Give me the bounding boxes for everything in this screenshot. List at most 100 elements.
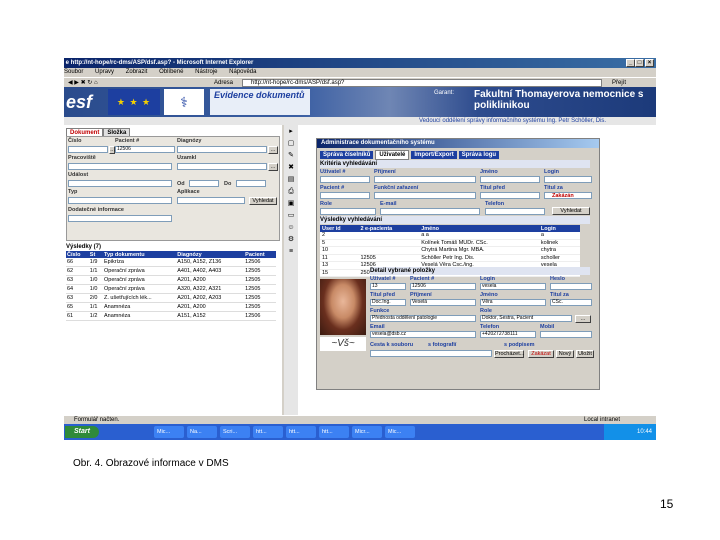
crit-role-select[interactable] (320, 208, 376, 215)
home-icon[interactable]: ⌂ (94, 80, 98, 86)
uzamkl-field[interactable] (177, 163, 267, 170)
uzamkl-picker-button[interactable]: … (268, 163, 278, 171)
expand-icon[interactable]: ▸ (286, 127, 296, 136)
menu-soubor[interactable]: Soubor (64, 69, 83, 75)
pacient-field[interactable]: 12506 (115, 146, 175, 153)
user-results-column-header[interactable]: User id (320, 225, 359, 232)
titul-za-field[interactable]: CSc. (550, 299, 592, 306)
funkce-field[interactable]: Přednosta oddělení patologie (370, 315, 476, 322)
novy-button[interactable]: Nový (556, 350, 574, 358)
od-field[interactable] (189, 180, 219, 187)
prijmeni-field[interactable]: Veselá (410, 299, 476, 306)
results-column-header[interactable]: Číslo (66, 251, 89, 258)
zakazat-button[interactable]: Zakázat (528, 350, 554, 358)
typ-select[interactable] (68, 197, 172, 204)
tab-import-export[interactable]: Import/Export (411, 151, 457, 159)
menu-napoveda[interactable]: Nápověda (229, 69, 256, 75)
titul-pred-field[interactable]: Doc.Ing. (370, 299, 406, 306)
stop-icon[interactable]: ✖ (81, 80, 86, 86)
menu-upravy[interactable]: Úpravy (95, 69, 114, 75)
crit-pacient-field[interactable] (320, 192, 370, 199)
tab-sprava-ciselniku[interactable]: Správa číselníků (320, 151, 374, 159)
results-column-header[interactable]: Typ dokumentu (103, 251, 177, 258)
ulozit-button[interactable]: Uložit (576, 350, 594, 358)
scan-icon[interactable]: ▤ (286, 175, 296, 184)
results-row[interactable]: 62 1/1 Operační zpráva A401, A402, A403 1250… (66, 266, 276, 276)
user-results-column-header[interactable]: 2 e-pacienta (358, 225, 420, 232)
user-results-row[interactable]: 5 Kolínek Tomáš MUDr. CSc. kolinek (320, 239, 580, 247)
folder-icon[interactable]: ▭ (286, 211, 296, 220)
list-icon[interactable]: ≡ (286, 247, 296, 256)
taskbar-window-button[interactable]: Mic... (385, 426, 415, 438)
results-column-header[interactable]: Diagnózy (176, 251, 245, 258)
menu-zobrazit[interactable]: Zobrazit (126, 69, 148, 75)
aplikace-select[interactable] (177, 197, 245, 204)
users-icon[interactable]: ☺ (286, 223, 296, 232)
minimize-button[interactable]: _ (626, 59, 635, 67)
crit-telefon-field[interactable] (485, 208, 545, 215)
back-icon[interactable]: ◀ (68, 80, 73, 86)
taskbar-window-button[interactable]: htt... (286, 426, 316, 438)
taskbar-window-button[interactable]: htt... (253, 426, 283, 438)
print-icon[interactable]: ⎙ (286, 187, 296, 196)
forward-icon[interactable]: ▶ (74, 80, 79, 86)
taskbar-window-button[interactable]: Scri... (220, 426, 250, 438)
refresh-icon[interactable]: ↻ (87, 80, 92, 86)
telefon-field[interactable]: +420272738111 (480, 331, 536, 338)
crit-prijmeni-field[interactable] (374, 176, 476, 183)
diagnozy-picker-button[interactable]: … (268, 146, 278, 154)
vyhledat-button[interactable]: Vyhledat (249, 197, 277, 205)
crit-titul-pred-field[interactable] (480, 192, 540, 199)
settings-icon[interactable]: ⚙ (286, 235, 296, 244)
sub-links[interactable]: Vedoucí oddělení správy informačního sys… (419, 117, 606, 125)
results-row[interactable]: 65 1/1 Anamnéza A201, A200 12505 (66, 302, 276, 312)
image-icon[interactable]: ▣ (286, 199, 296, 208)
heslo-field[interactable] (550, 283, 592, 290)
maximize-button[interactable]: □ (635, 59, 644, 67)
browse-button[interactable]: Procházet... (494, 350, 524, 358)
taskbar-window-button[interactable]: Mic... (154, 426, 184, 438)
tab-uzivatele[interactable]: Uživatelé (375, 150, 410, 160)
results-row[interactable]: 66 1/9 Epikríza A150, A152, Z136 12506 (66, 258, 276, 267)
results-row[interactable]: 64 1/0 Operační zpráva A320, A322, A321 1250… (66, 284, 276, 294)
crit-jmeno-field[interactable] (480, 176, 540, 183)
menu-nastroje[interactable]: Nástroje (195, 69, 217, 75)
crit-funkce-field[interactable] (374, 192, 476, 199)
uzivatel-field[interactable]: 13 (370, 283, 406, 290)
dodatecne-select[interactable] (68, 215, 172, 222)
results-column-header[interactable]: St (88, 251, 104, 258)
pacient-field[interactable]: 12506 (410, 283, 476, 290)
user-results-column-header[interactable]: Login (538, 225, 580, 232)
delete-icon[interactable]: ✖ (286, 163, 296, 172)
user-results-row[interactable]: 2 a aa (320, 232, 580, 240)
pracoviste-select[interactable] (68, 163, 172, 170)
user-results-row[interactable]: 11 12505 Schöller Petr Ing. Dis. scholler (320, 254, 580, 262)
start-button[interactable]: Start (65, 426, 99, 438)
crit-search-button[interactable]: Vyhledat (552, 207, 590, 215)
crit-email-field[interactable] (380, 208, 480, 215)
tab-sprava-logu[interactable]: Správa logu (458, 151, 500, 159)
cislo-field[interactable] (68, 146, 108, 153)
results-row[interactable]: 61 1/2 Anamnéza A151, A152 12506 (66, 311, 276, 321)
crit-uzivatel-field[interactable] (320, 176, 370, 183)
user-results-row[interactable]: 10 Chytrá Martina Mgr. MBA. chytra (320, 246, 580, 255)
address-field[interactable]: http://nt-hope/rc-dms/ASP/dsf.asp? (242, 79, 602, 87)
file-path-field[interactable] (370, 350, 492, 357)
email-field[interactable]: vesela@dsb.cz (370, 331, 476, 338)
user-results-column-header[interactable]: Jméno (419, 225, 539, 232)
do-field[interactable] (236, 180, 266, 187)
edit-icon[interactable]: ✎ (286, 151, 296, 160)
results-column-header[interactable]: Pacient (244, 251, 276, 258)
jmeno-field[interactable]: Věra (480, 299, 546, 306)
role-field[interactable]: Doktor, Sestra, Pacient (480, 315, 572, 322)
mobil-field[interactable] (540, 331, 592, 338)
diagnozy-field[interactable] (177, 146, 267, 153)
menu-oblibene[interactable]: Oblíbené (159, 69, 183, 75)
new-document-icon[interactable]: ▢ (286, 139, 296, 148)
role-picker-button[interactable]: … (575, 315, 591, 323)
taskbar-window-button[interactable]: Na... (187, 426, 217, 438)
crit-login-field[interactable] (544, 176, 592, 183)
results-row[interactable]: 63 1/0 Operační zpráva A201, A200 12505 (66, 275, 276, 285)
close-button[interactable]: × (645, 59, 654, 67)
results-row[interactable]: 63 2/0 Z. ušetřujících lék... A201, A202, A… (66, 293, 276, 303)
